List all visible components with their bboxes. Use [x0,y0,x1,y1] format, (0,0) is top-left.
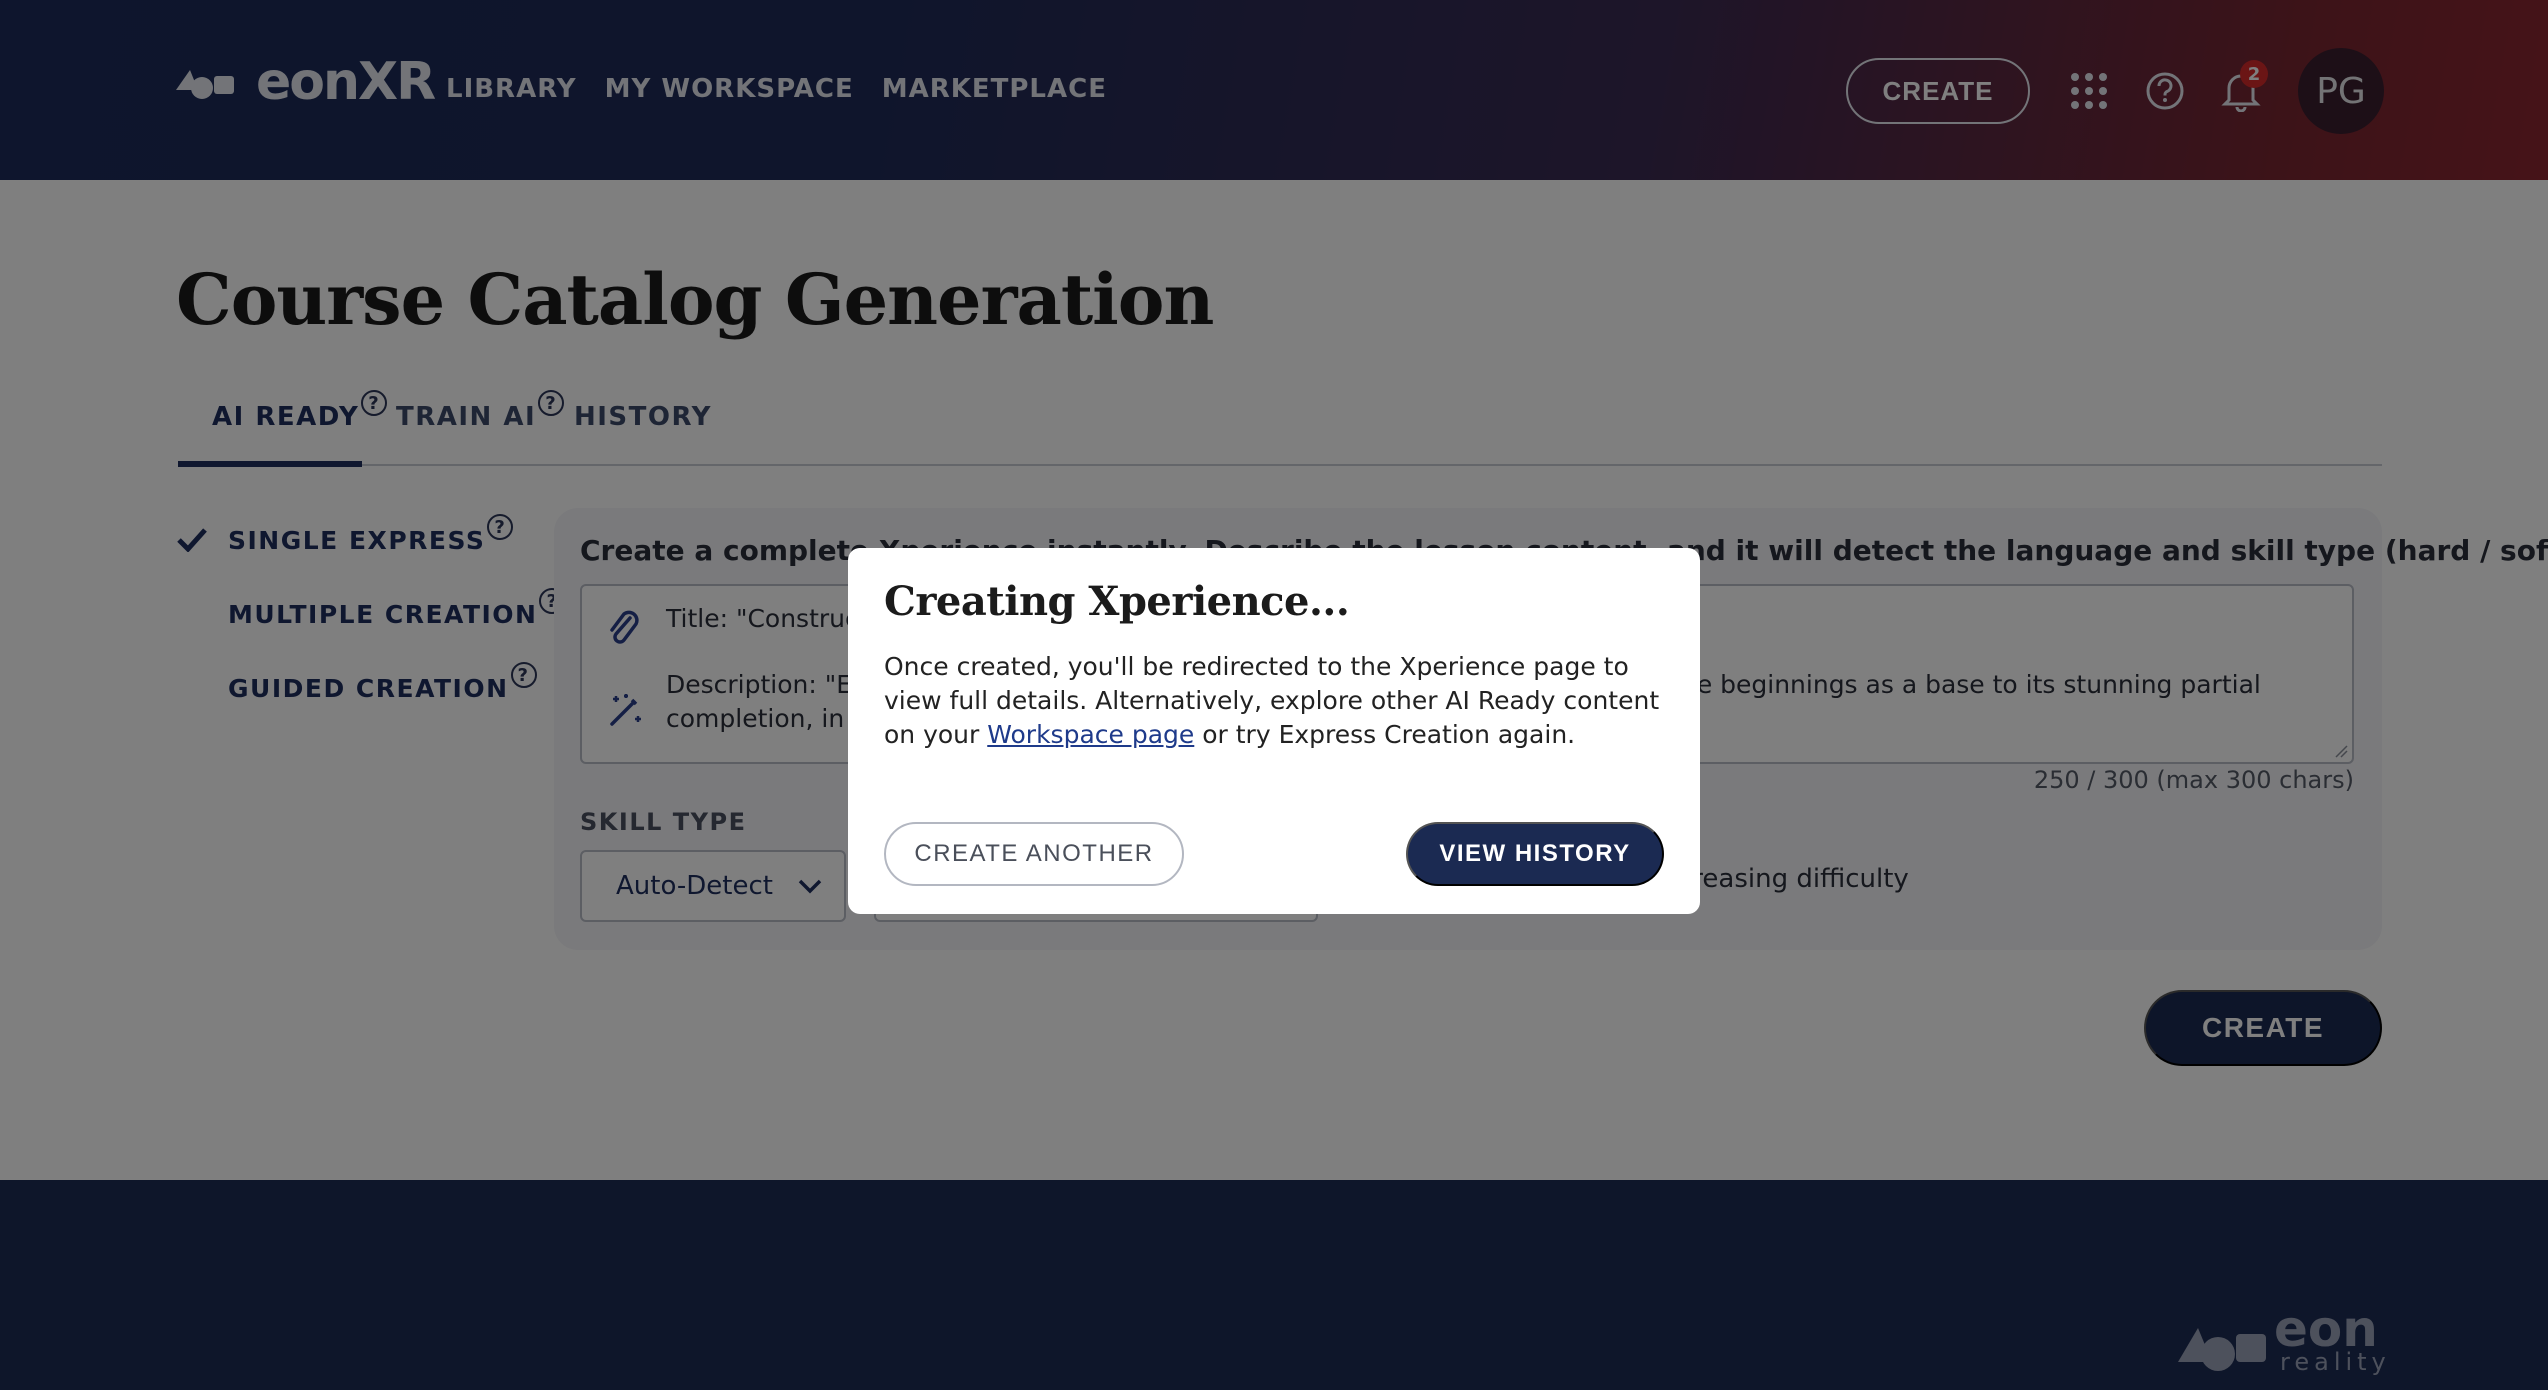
dialog-message-text: or try Express Creation again. [1194,720,1576,749]
creating-xperience-dialog: Creating Xperience... Once created, you'… [848,548,1700,914]
workspace-page-link[interactable]: Workspace page [987,720,1194,749]
dialog-title: Creating Xperience... [884,578,1350,625]
dialog-message: Once created, you'll be redirected to th… [884,650,1674,752]
create-another-button[interactable]: CREATE ANOTHER [884,822,1184,886]
view-history-button[interactable]: VIEW HISTORY [1406,822,1664,886]
